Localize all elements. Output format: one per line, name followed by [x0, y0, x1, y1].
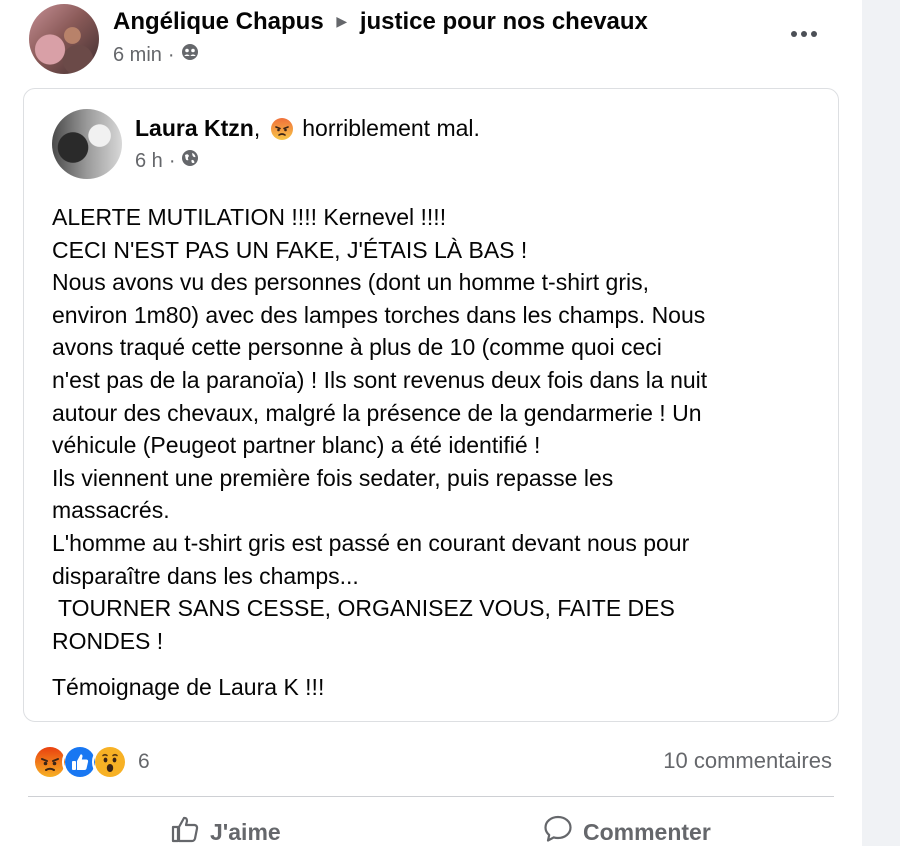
message-signature: Témoignage de Laura K !!! [52, 674, 325, 701]
shared-author-name[interactable]: Laura Ktzn [135, 115, 254, 142]
message-line: Ils viennent une première fois sedater, … [52, 464, 614, 491]
post-card: Angélique Chapus ▶ justice pour nos chev… [0, 0, 862, 846]
group-name[interactable]: justice pour nos chevaux [360, 8, 648, 35]
post-header: Angélique Chapus ▶ justice pour nos chev… [113, 8, 648, 36]
meta-separator: · [167, 43, 175, 66]
message-line: ALERTE MUTILATION !!!! Kernevel !!!! [52, 204, 447, 230]
message-line: autour des chevaux, malgré la présence d… [52, 399, 702, 426]
more-options-icon[interactable] [786, 22, 822, 46]
actions-divider [28, 796, 834, 797]
shared-post-header: Laura Ktzn, horriblement mal. [135, 115, 480, 142]
reaction-count: 6 [138, 750, 150, 773]
shared-author-avatar[interactable] [52, 109, 122, 179]
shared-post[interactable]: Laura Ktzn, horriblement mal. 6 h · ALER… [23, 88, 839, 722]
message-line: CECI N'EST PAS UN FAKE, J'ÉTAIS LÀ BAS ! [52, 236, 528, 263]
like-button[interactable]: J'aime [170, 814, 281, 850]
angry-face-icon [270, 117, 294, 141]
comments-count-link[interactable]: 10 commentaires [663, 748, 832, 774]
feeling-text: horriblement mal. [302, 115, 480, 141]
author-name[interactable]: Angélique Chapus [113, 8, 324, 35]
message-line: TOURNER SANS CESSE, ORGANISEZ VOUS, FAIT… [52, 595, 675, 622]
message-line: avons traqué cette personne à plus de 10… [52, 334, 662, 361]
message-line: disparaître dans les champs... [52, 562, 359, 589]
dot [791, 31, 797, 37]
reactions-summary[interactable]: 6 [32, 744, 150, 780]
message-line: RONDES ! [52, 627, 164, 654]
message-line: n'est pas de la paranoïa) ! Ils sont rev… [52, 366, 708, 393]
shared-post-message: ALERTE MUTILATION !!!! Kernevel !!!! CEC… [52, 201, 822, 704]
shared-to-arrow-icon: ▶ [336, 13, 348, 29]
comment-label: Commenter [583, 818, 711, 845]
message-line: Nous avons vu des personnes (dont un hom… [52, 269, 650, 296]
thumbs-up-icon [170, 814, 200, 850]
author-avatar[interactable] [29, 4, 99, 74]
comment-bubble-icon [543, 814, 573, 850]
message-line: massacrés. [52, 497, 170, 524]
wow-reaction-icon [92, 744, 128, 780]
comma: , [253, 115, 261, 141]
message-line: L'homme au t-shirt gris est passé en cou… [52, 529, 690, 556]
group-icon [181, 43, 199, 67]
feed-background [862, 0, 900, 846]
shared-post-time[interactable]: 6 h [135, 150, 163, 173]
shared-post-meta: 6 h · [135, 149, 199, 173]
dot [811, 31, 817, 37]
post-time[interactable]: 6 min [113, 44, 162, 67]
dot [801, 31, 807, 37]
message-line: environ 1m80) avec des lampes torches da… [52, 301, 706, 328]
like-label: J'aime [210, 818, 281, 845]
message-line: véhicule (Peugeot partner blanc) a été i… [52, 432, 541, 459]
globe-icon [181, 149, 199, 173]
post-meta: 6 min · [113, 43, 199, 67]
comment-button[interactable]: Commenter [543, 814, 711, 850]
meta-separator: · [168, 149, 176, 172]
